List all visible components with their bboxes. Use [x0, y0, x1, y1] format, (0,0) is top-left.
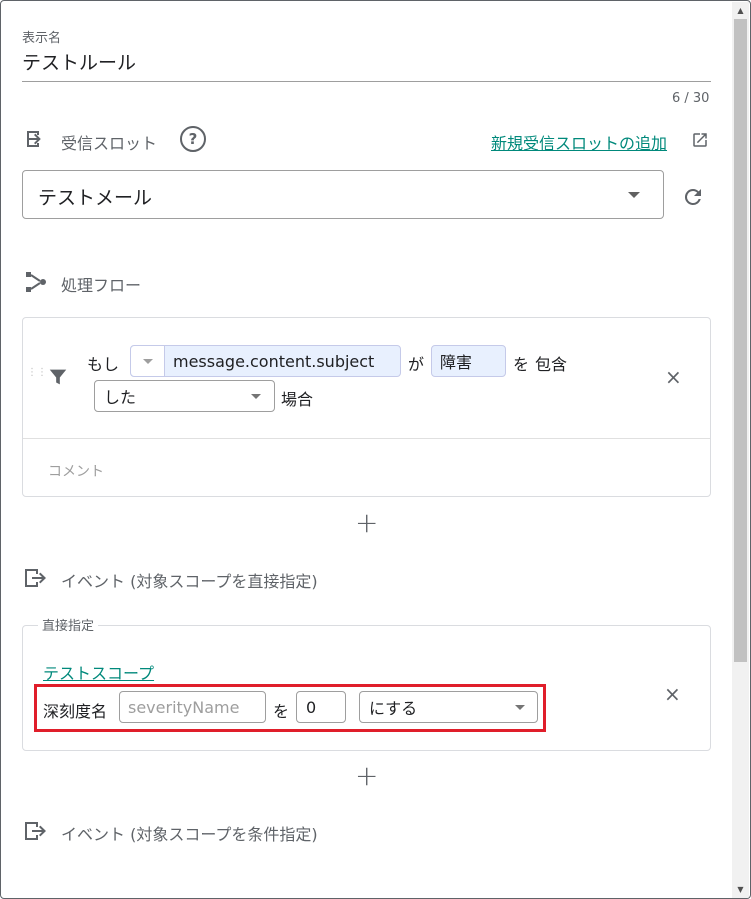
drag-handle-icon[interactable]: ⋮⋮: [27, 368, 47, 386]
match-mode-value: した: [104, 388, 137, 407]
comment-input[interactable]: コメント: [48, 461, 104, 481]
receive-slot-title: 受信スロット: [61, 134, 158, 153]
field-path-input[interactable]: message.content.subject: [130, 345, 401, 377]
chevron-down-icon: [515, 705, 525, 710]
scroll-up-arrow-icon[interactable]: ▲: [732, 2, 749, 19]
remove-event-button[interactable]: ×: [664, 682, 681, 706]
help-icon[interactable]: ?: [180, 126, 206, 152]
particle-wo: を: [513, 355, 530, 374]
rule-editor-panel: 表示名 テストルール 6 / 30 受信スロット ? 新規受信スロットの追加 テ…: [0, 0, 751, 899]
output-icon: [23, 819, 49, 843]
open-in-new-icon[interactable]: [691, 131, 709, 149]
vertical-scrollbar[interactable]: ▲ ▼: [732, 2, 749, 898]
add-event-button[interactable]: +: [355, 759, 378, 792]
direct-group-label: 直接指定: [38, 615, 99, 634]
action-value: にする: [369, 699, 418, 718]
particle-ga: が: [408, 355, 425, 374]
filter-icon: [47, 366, 69, 388]
flow-title: 処理フロー: [61, 276, 142, 295]
remove-condition-button[interactable]: ×: [665, 365, 682, 389]
scroll-thumb[interactable]: [734, 19, 747, 662]
refresh-icon[interactable]: [681, 185, 705, 209]
condition-card: ⋮⋮ もし message.content.subject が 障害 を 包含 …: [22, 317, 711, 497]
action-select[interactable]: にする: [359, 691, 538, 723]
divider: [23, 438, 710, 439]
receive-slot-selected: テストメール: [38, 187, 153, 209]
chevron-down-icon: [142, 358, 153, 364]
field-path-value: message.content.subject: [173, 351, 375, 371]
field-type-dropdown[interactable]: [131, 346, 165, 376]
condition-prefix: もし: [87, 355, 120, 374]
chevron-down-icon: [628, 192, 640, 198]
output-icon: [23, 566, 49, 590]
condition-suffix: 場合: [281, 390, 314, 409]
add-flow-button[interactable]: +: [355, 506, 378, 539]
scope-link[interactable]: テストスコープ: [43, 660, 154, 684]
flow-icon: [23, 269, 49, 295]
attribute-label: 深刻度名: [43, 702, 108, 721]
event-conditional-title: イベント (対象スコープを条件指定): [61, 825, 318, 844]
event-direct-title: イベント (対象スコープを直接指定): [61, 572, 318, 591]
severity-value-input[interactable]: 0: [296, 691, 346, 723]
keyword-input[interactable]: 障害: [431, 345, 506, 377]
display-name-label: 表示名: [22, 31, 62, 46]
add-receive-slot-link[interactable]: 新規受信スロットの追加: [491, 130, 667, 154]
particle-wo-2: を: [273, 702, 290, 721]
input-icon: [23, 127, 47, 151]
receive-slot-select[interactable]: テストメール: [22, 170, 664, 219]
severity-name-input[interactable]: severityName: [119, 691, 266, 723]
chevron-down-icon: [251, 394, 261, 399]
display-name-input[interactable]: テストルール: [22, 48, 136, 75]
display-name-underline: [22, 81, 711, 82]
operator-select[interactable]: 包含: [535, 351, 567, 375]
scroll-down-arrow-icon[interactable]: ▼: [732, 881, 749, 898]
display-name-counter: 6 / 30: [672, 91, 710, 106]
match-mode-select[interactable]: した: [94, 380, 275, 412]
